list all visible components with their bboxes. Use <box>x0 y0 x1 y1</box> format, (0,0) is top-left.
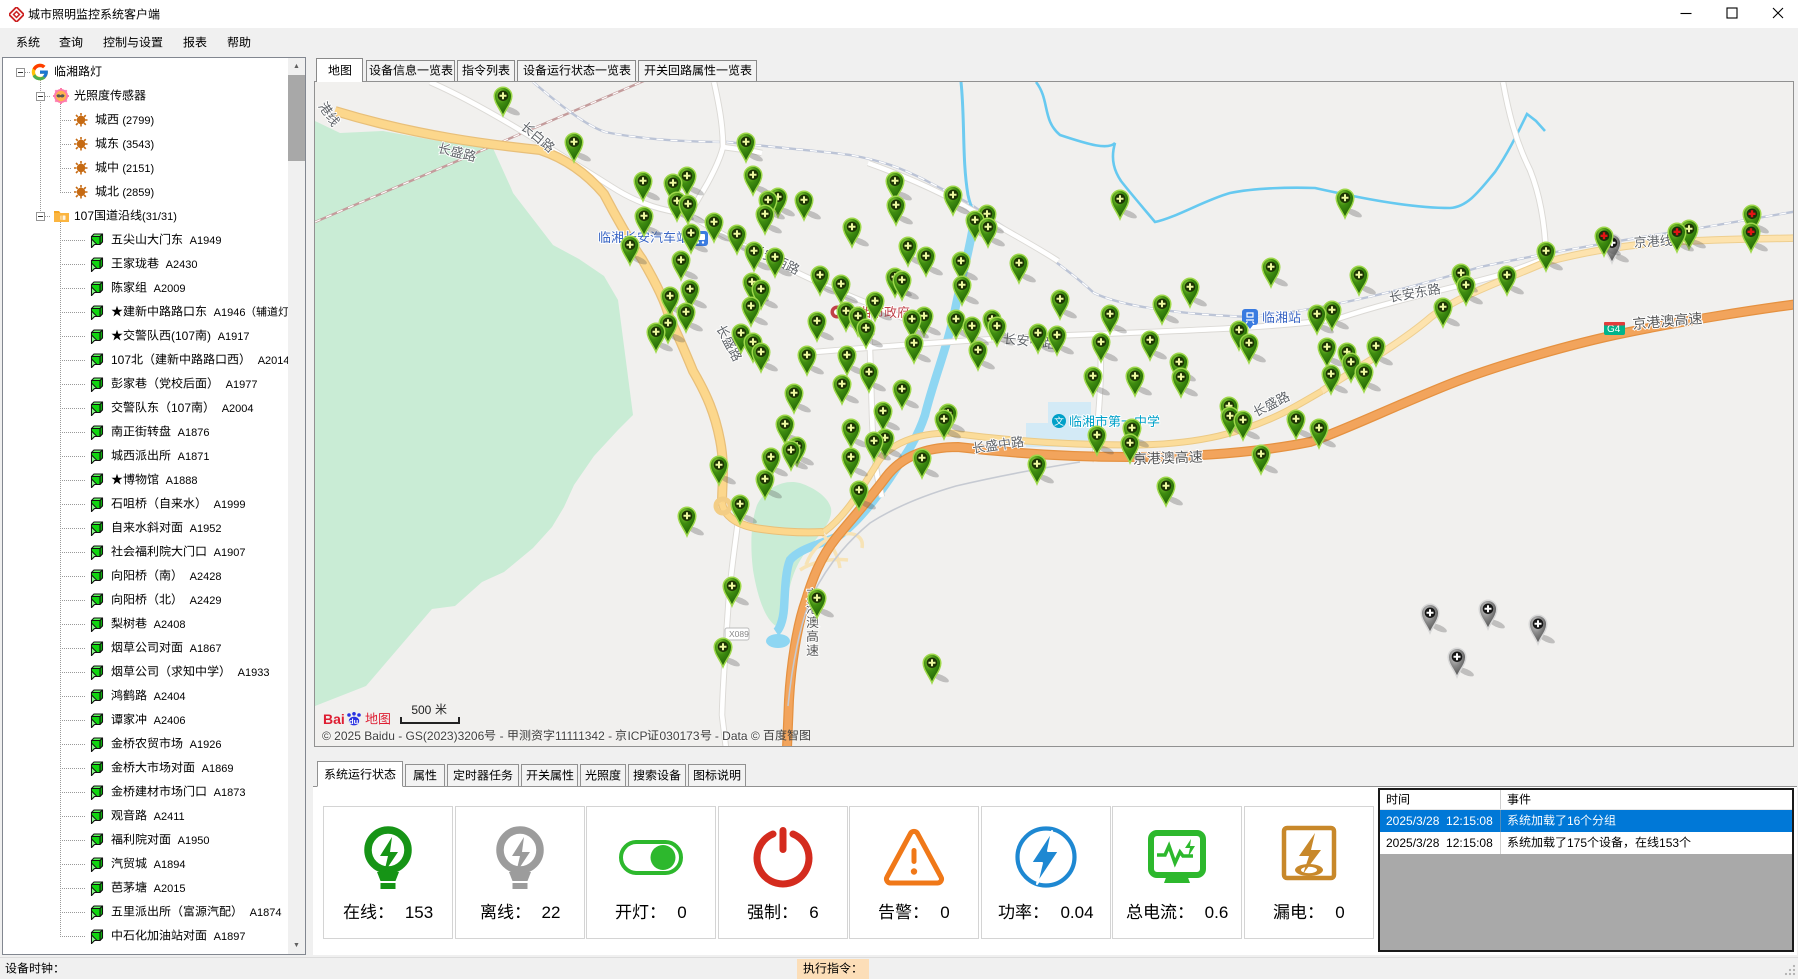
svg-text:G4: G4 <box>1607 324 1621 335</box>
svg-text:X089: X089 <box>729 629 749 639</box>
svg-text:Bai: Bai <box>323 711 345 727</box>
svg-text:du: du <box>349 717 359 726</box>
